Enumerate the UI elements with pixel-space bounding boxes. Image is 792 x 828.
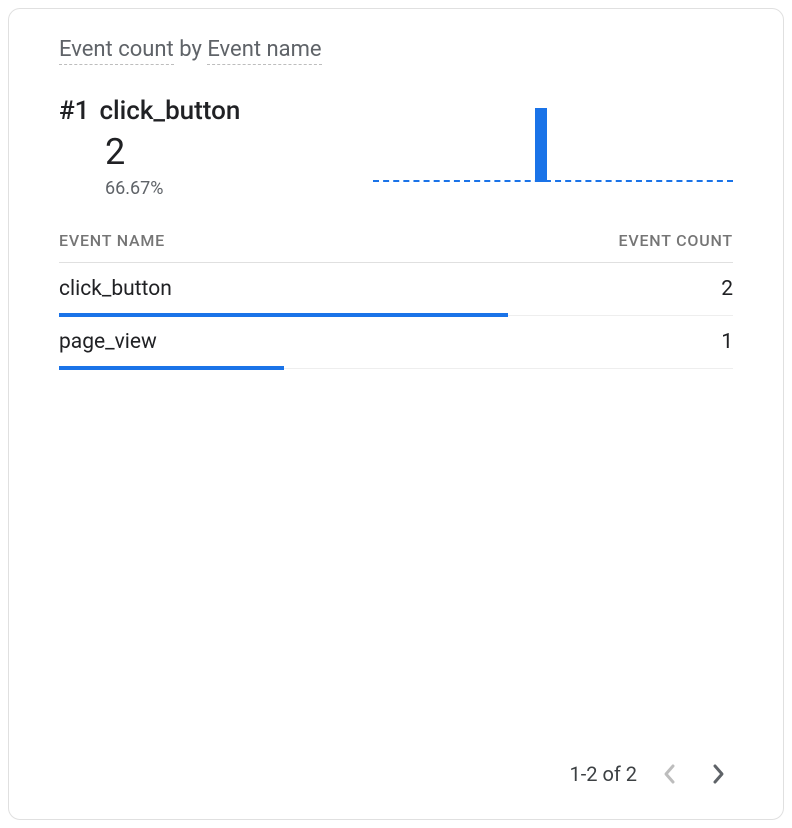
sparkline-chart (373, 106, 733, 186)
title-dimension[interactable]: Event name (207, 37, 321, 65)
row-event-count: 1 (721, 330, 733, 368)
table-header: EVENT NAME EVENT COUNT (59, 223, 733, 263)
title-by: by (174, 37, 208, 62)
top-rank-line: #1 click_button (59, 96, 240, 126)
pagination-range: 1-2 of 2 (569, 762, 637, 786)
sparkline-axis (373, 180, 733, 182)
table-row[interactable]: click_button 2 (59, 263, 733, 316)
col-event-name: EVENT NAME (59, 231, 165, 250)
top-rank-name: click_button (99, 96, 240, 126)
chevron-right-icon (710, 762, 726, 786)
row-event-name: page_view (59, 330, 157, 368)
card-title: Event count by Event name (59, 37, 733, 62)
row-bar (59, 366, 284, 370)
sparkline-bar (535, 108, 547, 182)
table-body: click_button 2 page_view 1 (59, 263, 733, 369)
top-summary: #1 click_button 2 66.67% (59, 96, 733, 199)
prev-page-button[interactable] (655, 759, 685, 789)
row-event-name: click_button (59, 277, 172, 315)
top-rank-number: #1 (59, 96, 89, 126)
col-event-count: EVENT COUNT (618, 231, 733, 250)
pagination-footer: 1-2 of 2 (59, 759, 733, 799)
title-metric[interactable]: Event count (59, 37, 174, 65)
row-event-count: 2 (721, 277, 733, 315)
top-value: 2 (105, 134, 240, 172)
top-summary-left: #1 click_button 2 66.67% (59, 96, 240, 199)
next-page-button[interactable] (703, 759, 733, 789)
top-percent: 66.67% (105, 178, 240, 199)
table-row[interactable]: page_view 1 (59, 316, 733, 369)
chevron-left-icon (662, 762, 678, 786)
event-card: Event count by Event name #1 click_button… (8, 8, 784, 820)
